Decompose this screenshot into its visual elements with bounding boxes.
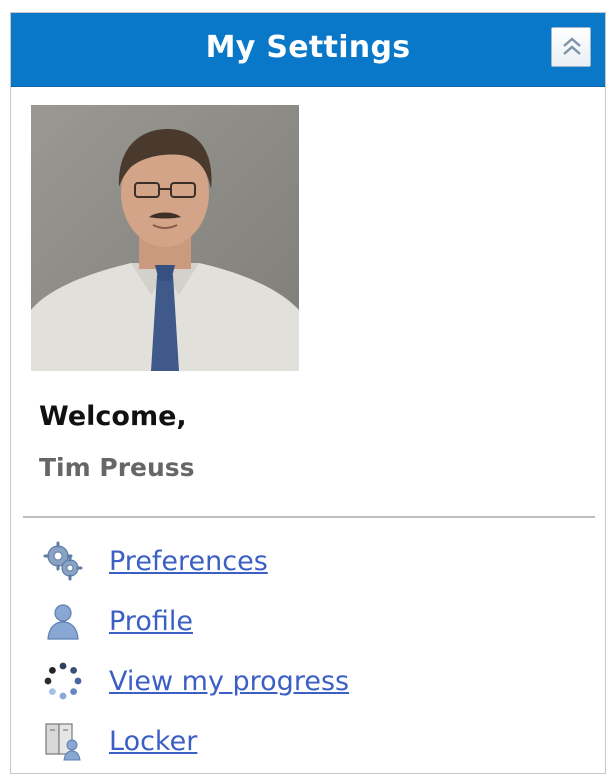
user-avatar-photo bbox=[31, 105, 299, 371]
menu-item-view-progress[interactable]: View my progress bbox=[41, 659, 349, 703]
divider bbox=[23, 516, 595, 518]
locker-link[interactable]: Locker bbox=[109, 726, 197, 757]
welcome-text: Welcome, bbox=[39, 401, 187, 432]
double-chevron-up-icon bbox=[563, 37, 581, 55]
menu-item-locker[interactable]: Locker bbox=[41, 719, 197, 763]
panel-header: My Settings bbox=[11, 13, 605, 87]
gears-icon bbox=[41, 539, 85, 583]
locker-icon bbox=[41, 719, 85, 763]
user-name: Tim Preuss bbox=[39, 453, 195, 482]
menu-item-profile[interactable]: Profile bbox=[41, 599, 193, 643]
person-icon bbox=[41, 599, 85, 643]
progress-spinner-icon bbox=[41, 659, 85, 703]
collapse-button[interactable] bbox=[551, 27, 591, 67]
view-progress-link[interactable]: View my progress bbox=[109, 666, 349, 697]
my-settings-panel: My Settings Welcome, Tim Preuss Preferen… bbox=[10, 12, 606, 774]
profile-link[interactable]: Profile bbox=[109, 606, 193, 637]
preferences-link[interactable]: Preferences bbox=[109, 546, 268, 577]
menu-item-preferences[interactable]: Preferences bbox=[41, 539, 268, 583]
panel-title: My Settings bbox=[205, 30, 411, 65]
